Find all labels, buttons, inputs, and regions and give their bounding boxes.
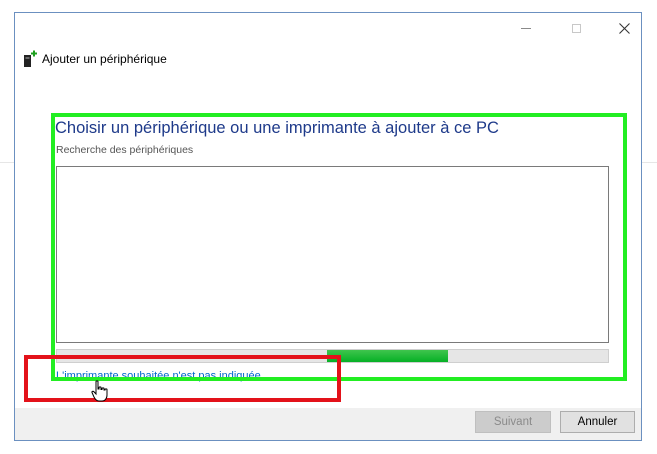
printer-add-icon bbox=[24, 50, 37, 67]
title-bar[interactable] bbox=[15, 13, 641, 43]
hand-cursor-icon bbox=[91, 380, 108, 402]
dialog-header: Ajouter un périphérique bbox=[23, 49, 167, 69]
maximize-button bbox=[553, 17, 599, 39]
search-progress-bar bbox=[56, 349, 609, 363]
close-icon bbox=[618, 22, 630, 34]
dialog-title: Ajouter un périphérique bbox=[42, 52, 167, 66]
next-button[interactable]: Suivant bbox=[475, 411, 551, 433]
printer-not-listed-link[interactable]: L'imprimante souhaitée n'est pas indiqué… bbox=[56, 370, 261, 382]
device-list[interactable] bbox=[56, 166, 609, 343]
minimize-icon bbox=[521, 27, 531, 29]
page-heading: Choisir un périphérique ou une imprimant… bbox=[55, 119, 499, 137]
close-button[interactable] bbox=[601, 17, 647, 39]
progress-fill bbox=[326, 350, 449, 362]
maximize-icon bbox=[571, 23, 581, 33]
cancel-button[interactable]: Annuler bbox=[560, 411, 635, 433]
add-device-dialog: Ajouter un périphérique Choisir un périp… bbox=[14, 12, 642, 441]
minimize-button[interactable] bbox=[503, 17, 549, 39]
search-status: Recherche des périphériques bbox=[56, 144, 194, 156]
